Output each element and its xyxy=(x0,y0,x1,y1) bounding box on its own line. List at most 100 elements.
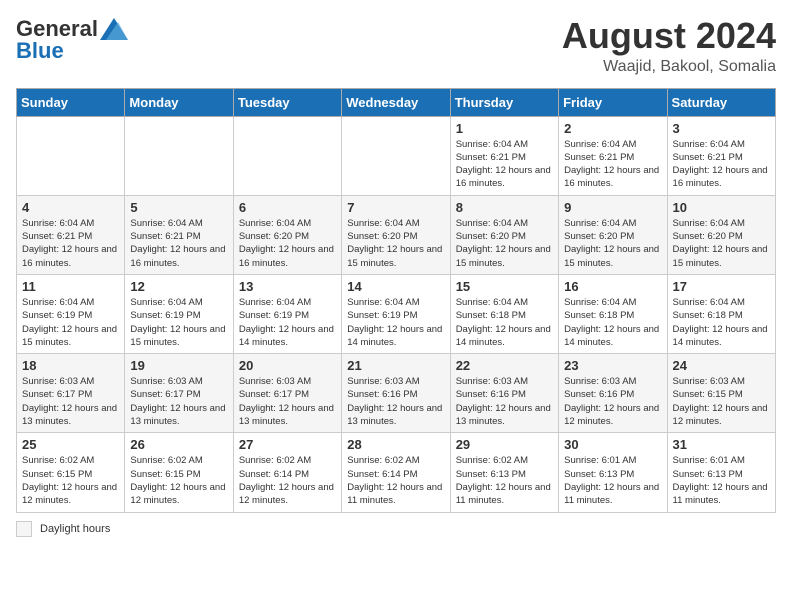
day-info: Sunrise: 6:04 AM Sunset: 6:20 PM Dayligh… xyxy=(673,217,770,270)
calendar-cell: 10 Sunrise: 6:04 AM Sunset: 6:20 PM Dayli… xyxy=(667,195,775,274)
calendar-cell: 22Sunrise: 6:03 AM Sunset: 6:16 PM Dayli… xyxy=(450,354,558,433)
calendar-cell: 31 Sunrise: 6:01 AM Sunset: 6:13 PM Dayli… xyxy=(667,433,775,512)
day-info: Sunrise: 6:04 AM Sunset: 6:20 PM Dayligh… xyxy=(564,217,661,270)
calendar-cell xyxy=(17,116,125,195)
calendar-cell: 17Sunrise: 6:04 AM Sunset: 6:18 PM Dayli… xyxy=(667,274,775,353)
calendar-cell: 16 Sunrise: 6:04 AM Sunset: 6:18 PM Dayli… xyxy=(559,274,667,353)
calendar-cell: 14 Sunrise: 6:04 AM Sunset: 6:19 PM Dayli… xyxy=(342,274,450,353)
day-info: Sunrise: 6:03 AM Sunset: 6:16 PM Dayligh… xyxy=(564,375,661,428)
day-number: 20 xyxy=(239,358,336,373)
day-info: Sunrise: 6:04 AM Sunset: 6:20 PM Dayligh… xyxy=(347,217,444,270)
day-number: 23 xyxy=(564,358,661,373)
day-number: 6 xyxy=(239,200,336,215)
weekday-header: Saturday xyxy=(667,88,775,116)
calendar-cell: 11 Sunrise: 6:04 AM Sunset: 6:19 PM Dayli… xyxy=(17,274,125,353)
logo: General Blue xyxy=(16,16,128,64)
calendar-cell: 30 Sunrise: 6:01 AM Sunset: 6:13 PM Dayli… xyxy=(559,433,667,512)
weekday-header: Sunday xyxy=(17,88,125,116)
logo-blue-text: Blue xyxy=(16,38,64,64)
calendar-cell: 23 Sunrise: 6:03 AM Sunset: 6:16 PM Dayli… xyxy=(559,354,667,433)
day-info: Sunrise: 6:03 AM Sunset: 6:16 PM Dayligh… xyxy=(347,375,444,428)
day-info: Sunrise: 6:02 AM Sunset: 6:13 PM Dayligh… xyxy=(456,454,553,507)
calendar-cell: 20 Sunrise: 6:03 AM Sunset: 6:17 PM Dayli… xyxy=(233,354,341,433)
calendar-cell xyxy=(233,116,341,195)
calendar-cell: 25 Sunrise: 6:02 AM Sunset: 6:15 PM Dayli… xyxy=(17,433,125,512)
day-number: 9 xyxy=(564,200,661,215)
daylight-box-icon xyxy=(16,521,32,537)
day-info: Sunrise: 6:01 AM Sunset: 6:13 PM Dayligh… xyxy=(673,454,770,507)
calendar-cell xyxy=(342,116,450,195)
day-number: 22 xyxy=(456,358,553,373)
day-number: 1 xyxy=(456,121,553,136)
footer: Daylight hours xyxy=(16,521,776,537)
day-info: Sunrise: 6:01 AM Sunset: 6:13 PM Dayligh… xyxy=(564,454,661,507)
day-info: Sunrise: 6:04 AM Sunset: 6:18 PM Dayligh… xyxy=(456,296,553,349)
day-info: Sunrise: 6:02 AM Sunset: 6:14 PM Dayligh… xyxy=(239,454,336,507)
page-header: General Blue August 2024 Waajid, Bakool,… xyxy=(16,16,776,76)
weekday-header: Thursday xyxy=(450,88,558,116)
day-number: 21 xyxy=(347,358,444,373)
day-number: 28 xyxy=(347,437,444,452)
month-year-title: August 2024 xyxy=(562,16,776,56)
logo-icon xyxy=(100,18,128,40)
weekday-header: Monday xyxy=(125,88,233,116)
calendar-cell: 18Sunrise: 6:03 AM Sunset: 6:17 PM Dayli… xyxy=(17,354,125,433)
day-number: 25 xyxy=(22,437,119,452)
day-number: 14 xyxy=(347,279,444,294)
day-number: 17 xyxy=(673,279,770,294)
day-info: Sunrise: 6:04 AM Sunset: 6:18 PM Dayligh… xyxy=(564,296,661,349)
calendar-cell: 5 Sunrise: 6:04 AM Sunset: 6:21 PM Daylig… xyxy=(125,195,233,274)
day-number: 10 xyxy=(673,200,770,215)
weekday-header: Wednesday xyxy=(342,88,450,116)
weekday-header-row: SundayMondayTuesdayWednesdayThursdayFrid… xyxy=(17,88,776,116)
calendar-cell: 6 Sunrise: 6:04 AM Sunset: 6:20 PM Daylig… xyxy=(233,195,341,274)
location-subtitle: Waajid, Bakool, Somalia xyxy=(562,58,776,76)
daylight-label: Daylight hours xyxy=(40,523,110,535)
calendar-cell: 29Sunrise: 6:02 AM Sunset: 6:13 PM Dayli… xyxy=(450,433,558,512)
day-info: Sunrise: 6:04 AM Sunset: 6:19 PM Dayligh… xyxy=(347,296,444,349)
day-info: Sunrise: 6:02 AM Sunset: 6:15 PM Dayligh… xyxy=(22,454,119,507)
day-number: 16 xyxy=(564,279,661,294)
calendar-cell: 1 Sunrise: 6:04 AM Sunset: 6:21 PM Daylig… xyxy=(450,116,558,195)
day-info: Sunrise: 6:04 AM Sunset: 6:21 PM Dayligh… xyxy=(673,138,770,191)
day-info: Sunrise: 6:04 AM Sunset: 6:20 PM Dayligh… xyxy=(239,217,336,270)
calendar-week-row: 1 Sunrise: 6:04 AM Sunset: 6:21 PM Daylig… xyxy=(17,116,776,195)
day-info: Sunrise: 6:04 AM Sunset: 6:21 PM Dayligh… xyxy=(456,138,553,191)
calendar-cell: 21 Sunrise: 6:03 AM Sunset: 6:16 PM Dayli… xyxy=(342,354,450,433)
day-info: Sunrise: 6:04 AM Sunset: 6:20 PM Dayligh… xyxy=(456,217,553,270)
day-info: Sunrise: 6:03 AM Sunset: 6:17 PM Dayligh… xyxy=(239,375,336,428)
calendar-cell: 4Sunrise: 6:04 AM Sunset: 6:21 PM Daylig… xyxy=(17,195,125,274)
day-number: 31 xyxy=(673,437,770,452)
calendar-cell: 7 Sunrise: 6:04 AM Sunset: 6:20 PM Daylig… xyxy=(342,195,450,274)
day-info: Sunrise: 6:04 AM Sunset: 6:19 PM Dayligh… xyxy=(239,296,336,349)
day-number: 8 xyxy=(456,200,553,215)
day-info: Sunrise: 6:03 AM Sunset: 6:15 PM Dayligh… xyxy=(673,375,770,428)
day-number: 27 xyxy=(239,437,336,452)
day-info: Sunrise: 6:04 AM Sunset: 6:21 PM Dayligh… xyxy=(130,217,227,270)
day-number: 13 xyxy=(239,279,336,294)
day-number: 11 xyxy=(22,279,119,294)
calendar-cell: 28 Sunrise: 6:02 AM Sunset: 6:14 PM Dayli… xyxy=(342,433,450,512)
day-number: 30 xyxy=(564,437,661,452)
calendar-table: SundayMondayTuesdayWednesdayThursdayFrid… xyxy=(16,88,776,513)
weekday-header: Friday xyxy=(559,88,667,116)
title-section: August 2024 Waajid, Bakool, Somalia xyxy=(562,16,776,76)
day-number: 7 xyxy=(347,200,444,215)
calendar-cell xyxy=(125,116,233,195)
day-number: 26 xyxy=(130,437,227,452)
calendar-cell: 2Sunrise: 6:04 AM Sunset: 6:21 PM Daylig… xyxy=(559,116,667,195)
calendar-cell: 19Sunrise: 6:03 AM Sunset: 6:17 PM Dayli… xyxy=(125,354,233,433)
calendar-week-row: 18Sunrise: 6:03 AM Sunset: 6:17 PM Dayli… xyxy=(17,354,776,433)
day-number: 19 xyxy=(130,358,227,373)
day-number: 24 xyxy=(673,358,770,373)
day-info: Sunrise: 6:03 AM Sunset: 6:17 PM Dayligh… xyxy=(22,375,119,428)
day-info: Sunrise: 6:02 AM Sunset: 6:14 PM Dayligh… xyxy=(347,454,444,507)
day-info: Sunrise: 6:04 AM Sunset: 6:21 PM Dayligh… xyxy=(22,217,119,270)
calendar-cell: 13 Sunrise: 6:04 AM Sunset: 6:19 PM Dayli… xyxy=(233,274,341,353)
calendar-week-row: 11 Sunrise: 6:04 AM Sunset: 6:19 PM Dayli… xyxy=(17,274,776,353)
calendar-cell: 12Sunrise: 6:04 AM Sunset: 6:19 PM Dayli… xyxy=(125,274,233,353)
day-info: Sunrise: 6:04 AM Sunset: 6:19 PM Dayligh… xyxy=(22,296,119,349)
day-number: 5 xyxy=(130,200,227,215)
day-info: Sunrise: 6:04 AM Sunset: 6:19 PM Dayligh… xyxy=(130,296,227,349)
calendar-cell: 15Sunrise: 6:04 AM Sunset: 6:18 PM Dayli… xyxy=(450,274,558,353)
